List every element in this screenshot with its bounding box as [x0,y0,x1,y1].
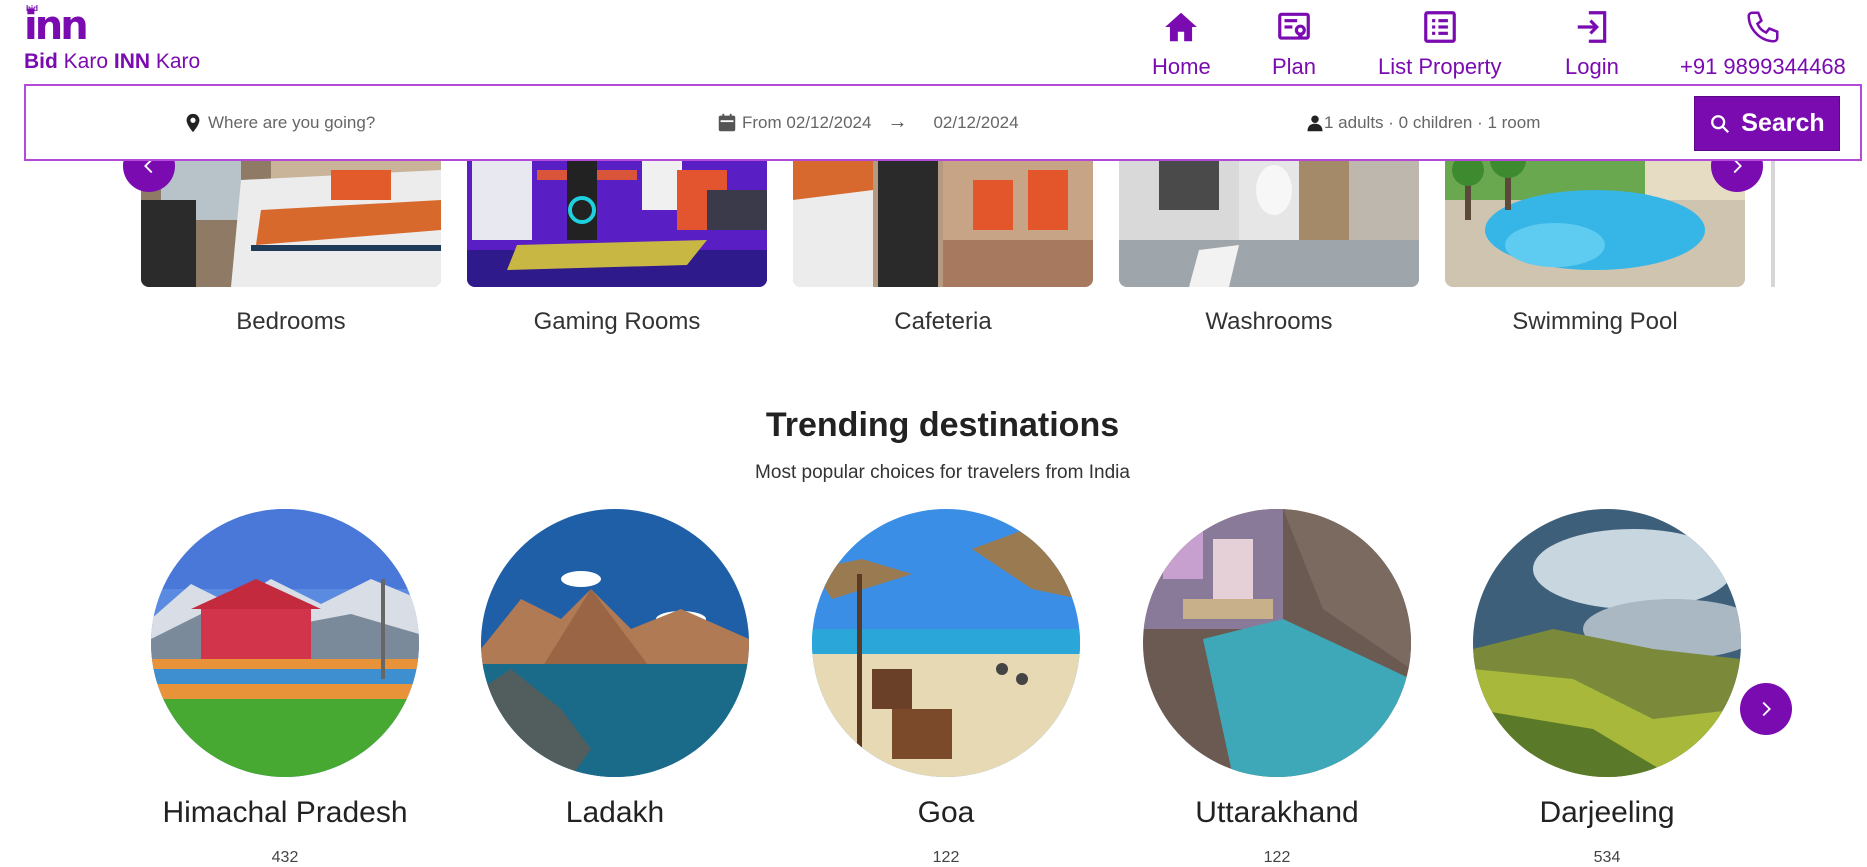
home-icon [1165,12,1198,42]
darjeeling-image [1473,509,1741,777]
destination-count-himachal: 432 [271,849,299,866]
destination-name-goa: Goa [917,796,975,829]
login-icon [1577,11,1607,43]
room-label-gaming: Gaming Rooms [533,308,701,335]
destinations-next-button[interactable] [1740,683,1792,735]
nav-login[interactable]: Login [1565,8,1619,80]
bedroom-image [141,150,441,287]
date-from: From 02/12/2024 [742,112,872,132]
swimming-pool-image [1445,150,1745,287]
room-label-pool: Swimming Pool [1512,308,1678,335]
destination-image-ladakh[interactable] [481,509,749,777]
destination-name-darjeeling: Darjeeling [1539,796,1675,829]
brand-name-inn: INN [113,50,151,73]
destination-name-himachal: Himachal Pradesh [162,796,408,829]
ladakh-image [481,509,749,777]
trending-title: Trending destinations [765,406,1120,444]
trending-subtitle: Most popular choices for travelers from … [755,462,1130,483]
himachal-image [151,509,419,777]
destination-image-goa[interactable] [812,509,1080,777]
destination-count-darjeeling: 534 [1593,849,1621,866]
chevron-right-icon [1762,701,1771,717]
guests-field[interactable]: 1 adults · 0 children · 1 room [1306,86,1540,159]
destination-name-ladakh: Ladakh [565,796,665,829]
search-icon [1711,114,1730,133]
brand-logo[interactable]: inn bid Bid Karo INN Karo [24,2,224,80]
date-to: 02/12/2024 [933,112,1019,132]
room-card-pool[interactable] [1445,150,1745,287]
room-card-partial [1771,150,1775,287]
destination-placeholder: Where are you going? [208,112,376,132]
destination-image-uttarakhand[interactable] [1143,509,1411,777]
guests-summary: 1 adults · 0 children · 1 room [1324,112,1541,132]
cafeteria-image [793,150,1093,287]
brand-name-karo2: Karo [150,50,201,73]
room-card-cafeteria[interactable] [793,150,1093,287]
destination-name-uttarakhand: Uttarakhand [1195,796,1359,829]
date-range-field[interactable]: From 02/12/2024 → 02/12/2024 [716,86,1019,159]
calendar-icon [718,113,736,131]
list-icon [1423,11,1456,43]
brand-name: Bid Karo INN Karo [24,50,200,74]
brand-name-bid: Bid [24,50,58,73]
room-label-washrooms: Washrooms [1205,308,1333,335]
nav-list-property[interactable]: List Property [1378,8,1502,80]
search-button-label: Search [1741,109,1825,137]
room-card-gaming[interactable] [467,150,767,287]
destination-image-darjeeling[interactable] [1473,509,1741,777]
room-label-cafeteria: Cafeteria [894,308,992,335]
room-label-bedrooms: Bedrooms [236,308,346,335]
location-pin-icon [186,113,200,132]
nav-login-label: Login [1565,54,1619,79]
room-card-bedrooms[interactable] [141,150,441,287]
plan-icon [1278,12,1310,40]
destination-count-goa: 122 [932,849,960,866]
nav-plan-label: Plan [1272,54,1317,79]
washroom-image [1119,150,1419,287]
nav-list-property-label: List Property [1378,54,1502,79]
nav-phone-label: +91 9899344468 [1680,54,1846,79]
search-bar: Where are you going? From 02/12/2024 → 0… [24,84,1862,161]
date-arrow: → [887,111,908,133]
nav-plan[interactable]: Plan [1272,8,1316,80]
logo-small-text: bid [26,4,38,13]
goa-image [812,509,1080,777]
nav-phone[interactable]: +91 9899344468 [1680,8,1846,80]
nav-home[interactable]: Home [1152,8,1211,80]
nav-home-label: Home [1152,54,1211,79]
person-icon [1307,115,1323,131]
destination-count-uttarakhand: 122 [1263,849,1291,866]
destination-field[interactable]: Where are you going? [182,86,375,159]
brand-name-karo: Karo [57,50,114,73]
gaming-room-image [467,150,767,287]
search-button[interactable]: Search [1694,96,1840,151]
phone-icon [1747,11,1779,43]
destination-image-himachal[interactable] [151,509,419,777]
uttarakhand-image [1143,509,1411,777]
room-card-washrooms[interactable] [1119,150,1419,287]
